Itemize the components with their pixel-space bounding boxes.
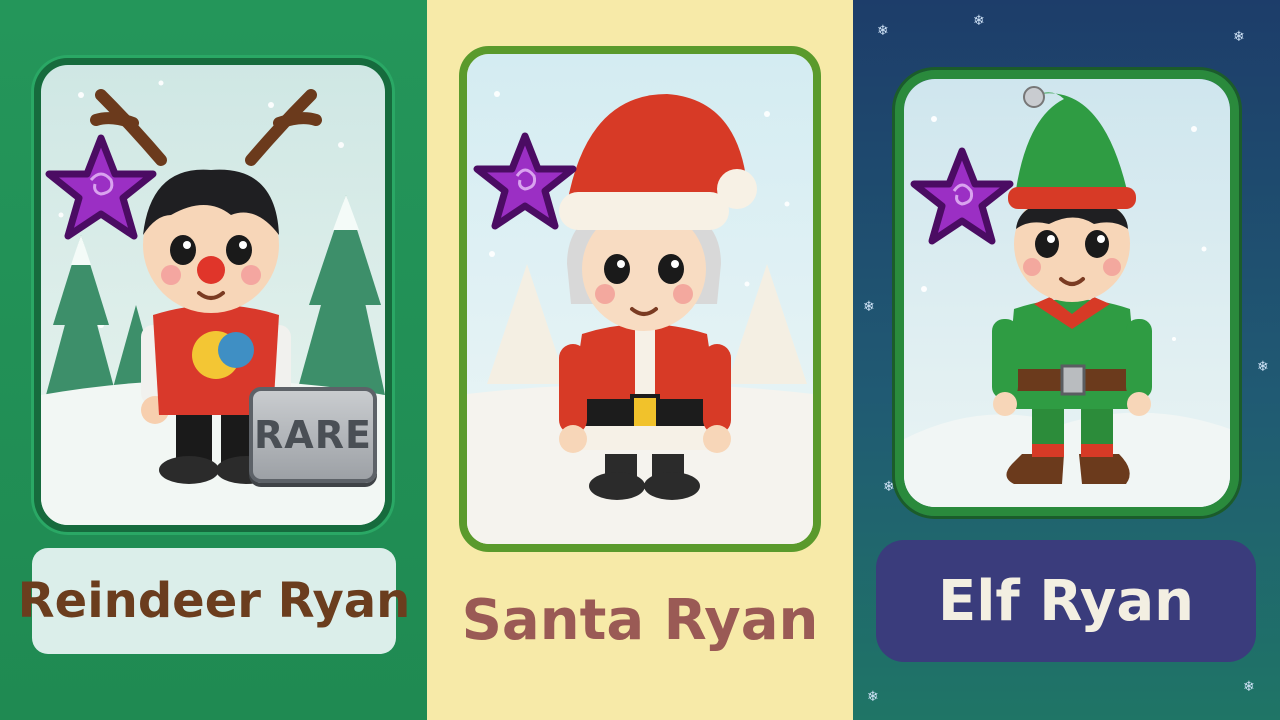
snowflake-icon: ❄: [973, 13, 985, 29]
card-name-santa-ryan: Santa Ryan: [461, 587, 819, 653]
rare-badge: RARE: [249, 387, 377, 483]
santa-ryan-illustration: [467, 54, 813, 544]
snowflake-icon: ❄: [863, 299, 875, 315]
card-panel-reindeer: RARE Reindeer Ryan: [0, 0, 427, 720]
card-name-reindeer-ryan: Reindeer Ryan: [18, 548, 410, 654]
snowflake-icon: ❄: [877, 23, 889, 39]
snowflake-icon: ❄: [1243, 679, 1255, 695]
character-card-santa-ryan[interactable]: [459, 46, 821, 552]
character-card-reindeer-ryan[interactable]: RARE: [34, 58, 392, 532]
card-panel-elf: ❄ ❄ ❄ ❄ ❄ ❄ ❄ ❄ Elf Ryan: [853, 0, 1280, 720]
elf-ryan-illustration: [904, 79, 1230, 507]
snowflake-icon: ❄: [883, 479, 895, 495]
character-card-elf-ryan[interactable]: [895, 70, 1239, 516]
snowflake-icon: ❄: [1233, 29, 1245, 45]
card-name-elf-ryan: Elf Ryan: [876, 540, 1256, 662]
snowflake-icon: ❄: [1257, 359, 1269, 375]
rare-badge-text: RARE: [254, 413, 372, 457]
card-panel-santa: Santa Ryan: [427, 0, 853, 720]
snowflake-icon: ❄: [867, 689, 879, 705]
